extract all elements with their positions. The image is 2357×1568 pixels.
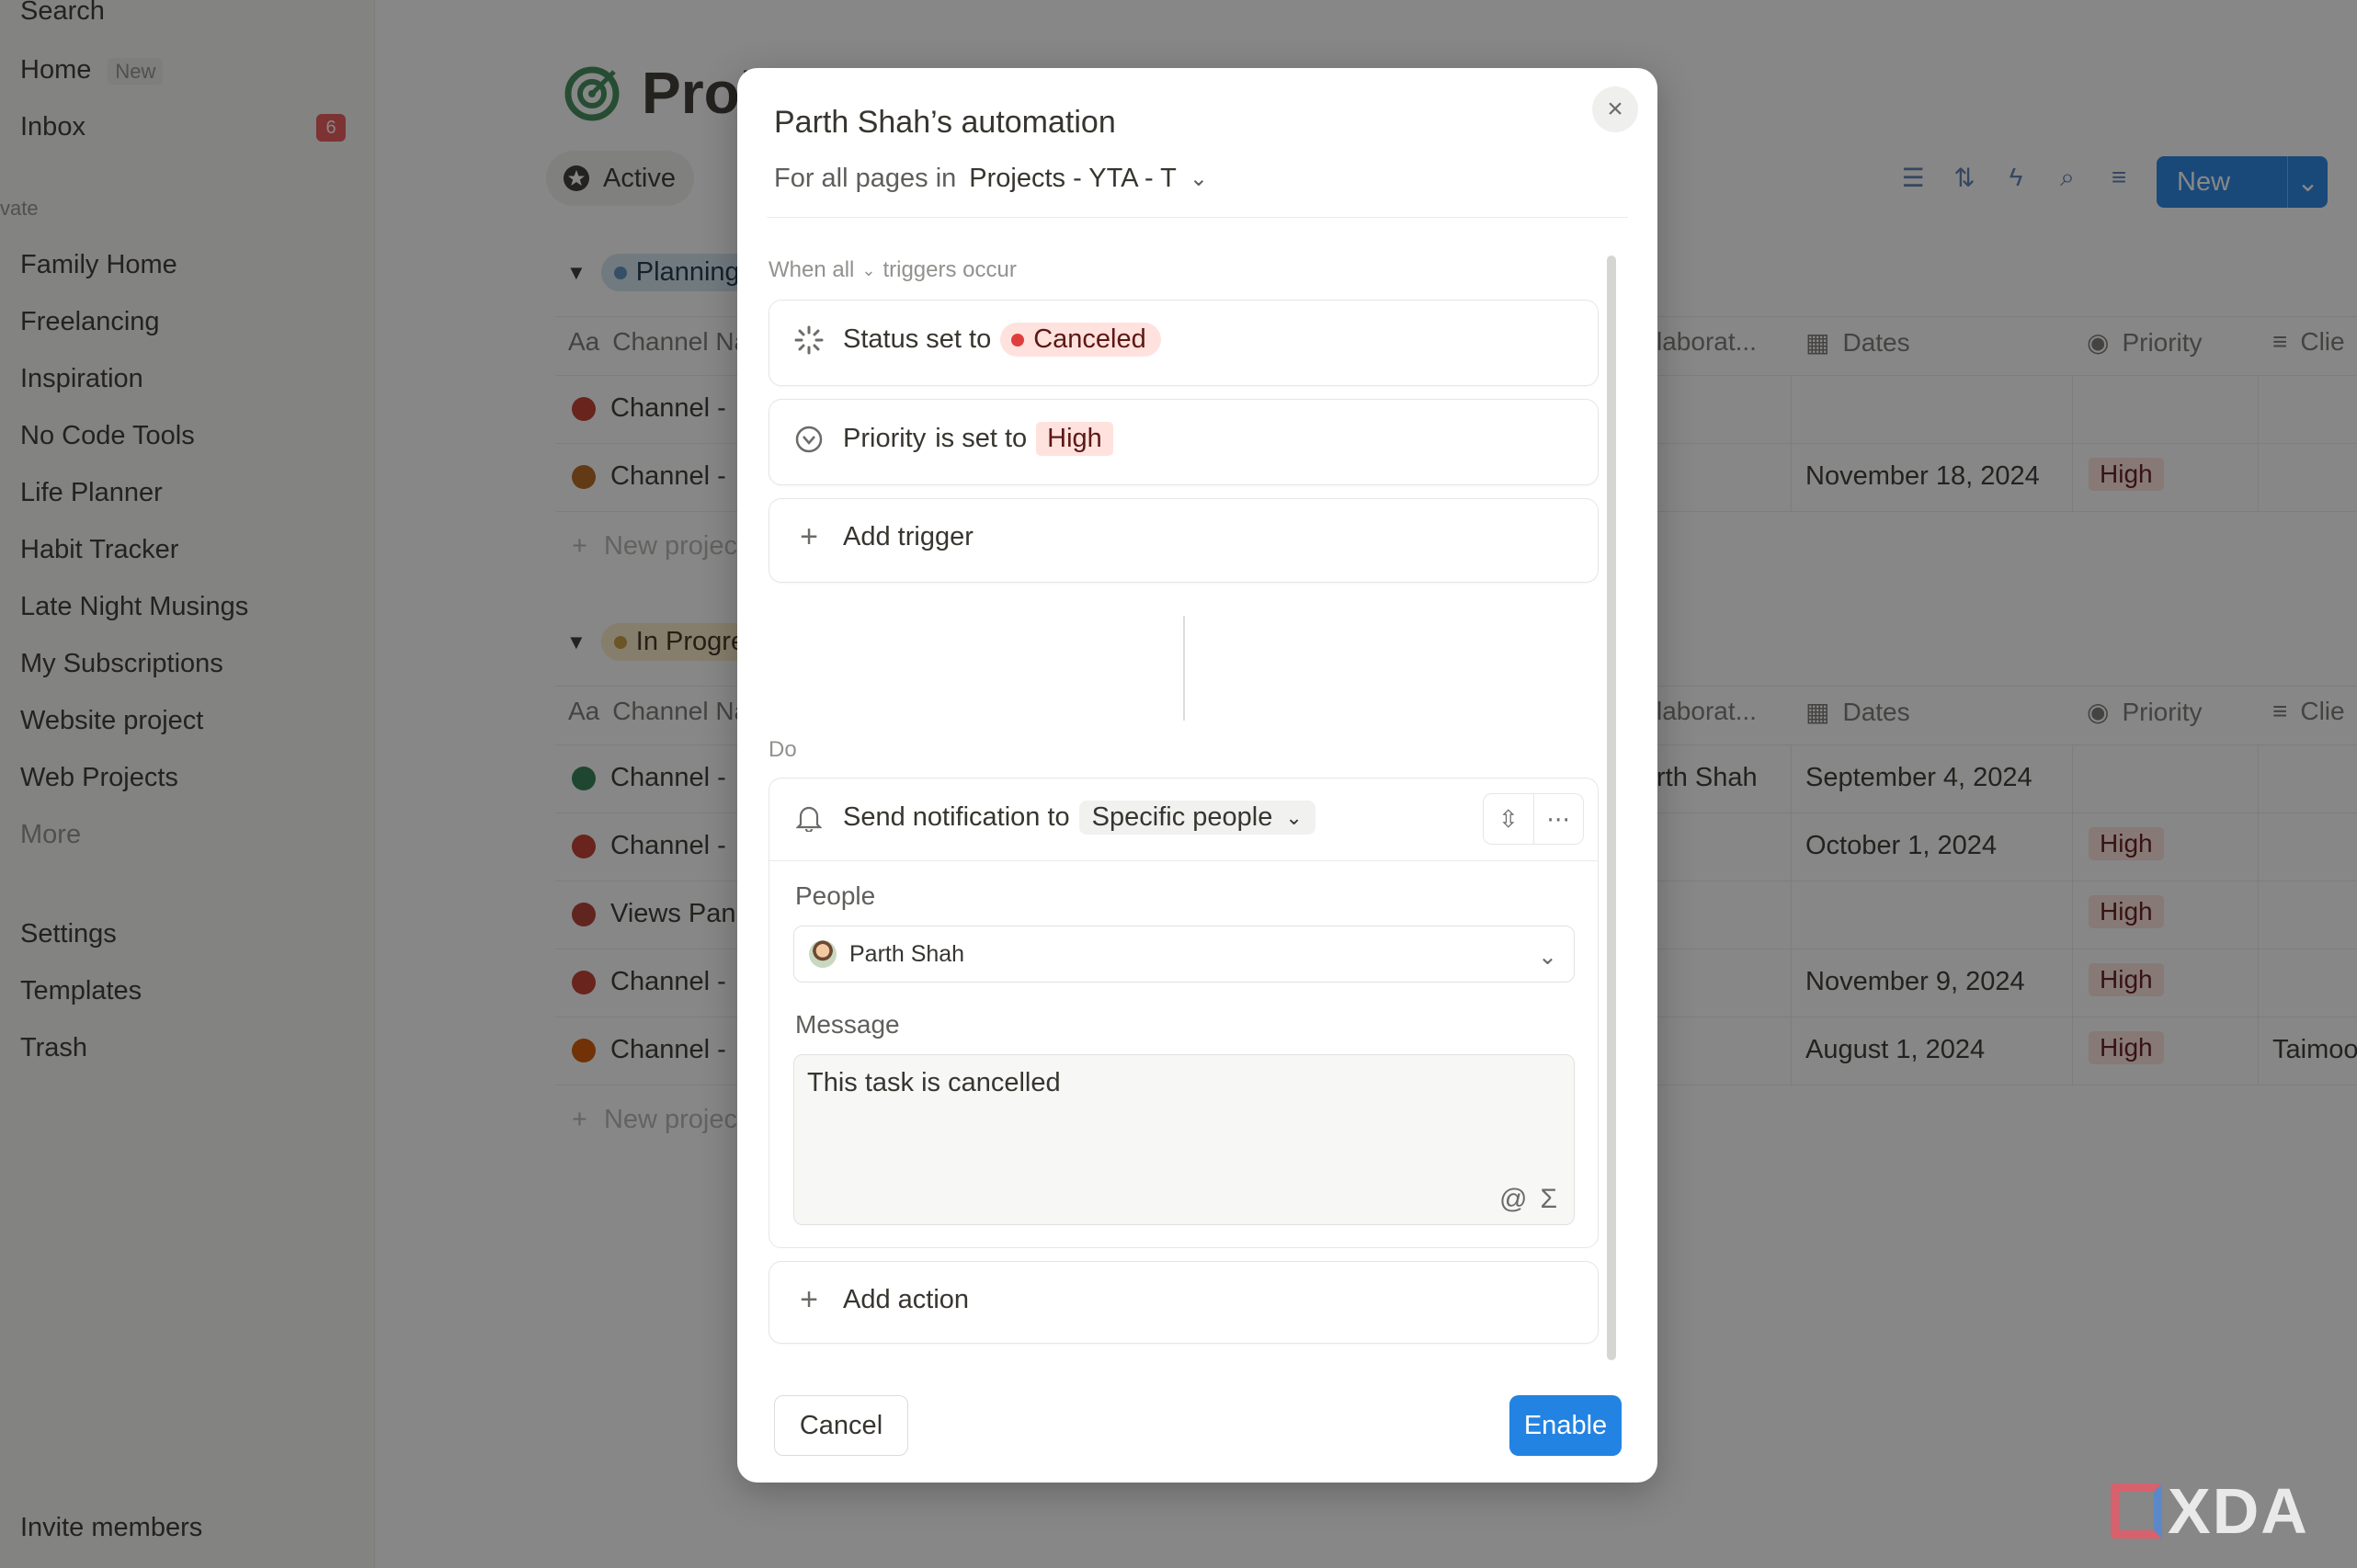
formula-sigma-icon[interactable]: Σ	[1540, 1184, 1557, 1215]
priority-chip[interactable]: High	[1036, 422, 1113, 456]
dialog-scrollbar[interactable]	[1607, 256, 1616, 1360]
collapse-icon[interactable]: ⇳	[1484, 794, 1534, 844]
add-trigger-button[interactable]: + Add trigger	[769, 498, 1599, 583]
automation-dialog: Parth Shah’s automation × For all pages …	[737, 68, 1657, 1483]
trigger-priority[interactable]: Priority is set to High	[769, 399, 1599, 485]
watermark: XDA	[2111, 1474, 2309, 1548]
plus-icon: +	[800, 518, 818, 554]
plus-icon: +	[800, 1281, 818, 1317]
scope-database: Projects - YTA - T	[969, 164, 1177, 193]
recipient-type-select[interactable]: Specific people ⌄	[1078, 801, 1315, 835]
enable-button[interactable]: Enable	[1509, 1395, 1622, 1456]
flow-connector	[1183, 616, 1185, 721]
message-label: Message	[795, 1010, 900, 1039]
action-tools: ⇳ ⋯	[1483, 793, 1584, 845]
scope-prefix: For all pages in	[774, 164, 957, 193]
trigger-property: Priority	[843, 424, 927, 453]
mention-icon[interactable]: @	[1499, 1184, 1527, 1215]
message-value: This task is cancelled	[807, 1068, 1061, 1097]
people-label: People	[795, 881, 876, 910]
watermark-text: XDA	[2168, 1475, 2309, 1547]
chevron-down-icon: ⌄	[861, 260, 876, 279]
trigger-label: Status set to	[843, 324, 992, 354]
chevron-down-icon: ⌄	[1285, 805, 1303, 829]
cancel-button[interactable]: Cancel	[774, 1395, 908, 1456]
when-suffix: triggers occur	[882, 257, 1017, 282]
do-label: Do	[769, 737, 797, 762]
chevron-down-icon: ⌄	[1189, 166, 1209, 191]
trigger-mode-selector[interactable]: When all ⌄ triggers occur	[769, 257, 1017, 283]
more-options-icon[interactable]: ⋯	[1534, 794, 1584, 844]
avatar	[809, 940, 837, 968]
when-prefix: When all	[769, 257, 855, 282]
chevron-down-icon: ⌄	[1538, 944, 1557, 970]
priority-icon	[793, 424, 825, 455]
add-action-label: Add action	[843, 1284, 970, 1314]
close-button[interactable]: ×	[1592, 86, 1638, 132]
message-textarea[interactable]: This task is cancelled @ Σ	[793, 1054, 1575, 1225]
action-label: Send notification to	[843, 802, 1070, 832]
xda-logo-icon	[2111, 1483, 2162, 1539]
trigger-status[interactable]: Status set to Canceled	[769, 300, 1599, 386]
trigger-label: is set to	[935, 424, 1028, 453]
scope-selector[interactable]: For all pages in Projects - YTA - T ⌄	[774, 164, 1208, 194]
status-chip-label: Canceled	[1033, 324, 1146, 354]
status-chip[interactable]: Canceled	[1000, 323, 1161, 357]
people-value: Parth Shah	[849, 940, 965, 967]
people-select[interactable]: Parth Shah ⌄	[793, 926, 1575, 983]
action-send-notification: Send notification to Specific people ⌄ ⇳ …	[769, 778, 1599, 1248]
status-loader-icon	[793, 324, 825, 356]
add-trigger-label: Add trigger	[843, 521, 974, 551]
add-action-button[interactable]: + Add action	[769, 1261, 1599, 1344]
dialog-title: Parth Shah’s automation	[774, 105, 1116, 140]
close-icon: ×	[1607, 94, 1623, 124]
recipient-type-value: Specific people	[1091, 802, 1273, 832]
bell-icon	[793, 802, 825, 834]
